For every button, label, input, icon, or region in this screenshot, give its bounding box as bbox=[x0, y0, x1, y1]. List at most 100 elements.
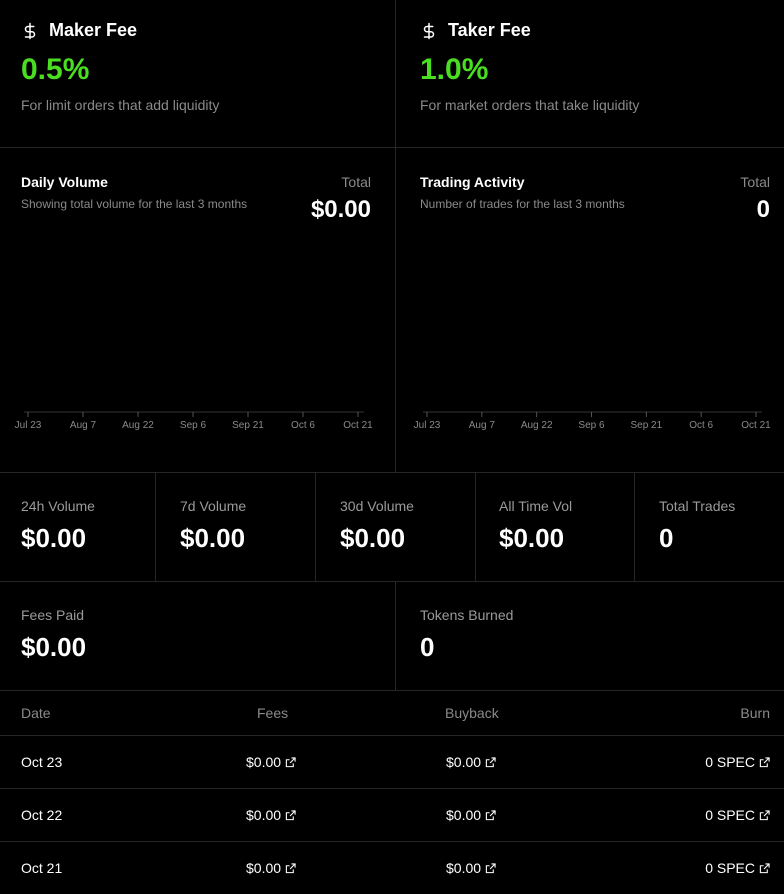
stat-total-trades: Total Trades 0 bbox=[659, 498, 735, 554]
external-link-icon bbox=[485, 809, 496, 820]
x-tick-label: Oct 6 bbox=[689, 420, 713, 431]
x-tick-label: Sep 6 bbox=[180, 420, 207, 431]
stat-label: 7d Volume bbox=[180, 498, 247, 514]
x-tick-label: Jul 23 bbox=[15, 420, 42, 431]
row-fees: $0.00 bbox=[246, 807, 282, 823]
dollar-icon bbox=[423, 22, 435, 39]
trading-activity-header: Trading Activity Number of trades for th… bbox=[420, 174, 710, 211]
external-link-icon bbox=[285, 862, 296, 873]
column-header-buyback: Buyback bbox=[445, 705, 499, 721]
total-value: $0.00 bbox=[310, 196, 371, 223]
taker-fee-title: Taker Fee bbox=[448, 20, 531, 40]
stat-all-time-volume: All Time Vol $0.00 bbox=[499, 498, 572, 554]
table-row: Oct 21 $0.00 $0.00 0 SPEC bbox=[0, 842, 784, 894]
column-header-burn: Burn bbox=[740, 705, 770, 721]
row-burn-link[interactable]: 0 SPEC bbox=[705, 807, 770, 823]
external-link-icon bbox=[759, 809, 770, 820]
row-buyback: $0.00 bbox=[446, 754, 482, 770]
row-fees-link[interactable]: $0.00 bbox=[246, 807, 296, 823]
row-buyback-link[interactable]: $0.00 bbox=[446, 860, 496, 876]
stat-value: $0.00 bbox=[21, 523, 87, 553]
row-fees: $0.00 bbox=[246, 754, 282, 770]
row-date: Oct 21 bbox=[21, 860, 63, 876]
taker-fee-value: 1.0% bbox=[420, 53, 489, 86]
tokens-burned: Tokens Burned 0 bbox=[420, 607, 513, 663]
row-buyback-link[interactable]: $0.00 bbox=[446, 807, 496, 823]
divider bbox=[155, 472, 156, 581]
stat-7d-volume: 7d Volume $0.00 bbox=[180, 498, 246, 554]
chart-subtitle: Showing total volume for the last 3 mont… bbox=[21, 197, 248, 211]
row-burn: 0 SPEC bbox=[705, 860, 755, 876]
x-tick-label: Aug 7 bbox=[469, 420, 496, 431]
row-buyback: $0.00 bbox=[446, 807, 482, 823]
total-label: Total bbox=[341, 174, 371, 190]
x-tick-label: Sep 6 bbox=[578, 420, 605, 431]
x-tick-label: Oct 6 bbox=[291, 420, 315, 431]
taker-fee-description: For market orders that take liquidity bbox=[420, 97, 640, 113]
row-burn: 0 SPEC bbox=[705, 754, 755, 770]
row-buyback-link[interactable]: $0.00 bbox=[446, 754, 496, 770]
row-buyback: $0.00 bbox=[446, 860, 482, 876]
x-tick-label: Oct 21 bbox=[343, 420, 373, 431]
x-tick-label: Jul 23 bbox=[414, 420, 441, 431]
chart-title: Daily Volume bbox=[21, 174, 108, 190]
stat-value: $0.00 bbox=[340, 523, 406, 553]
stat-value: 0 bbox=[420, 632, 435, 662]
stat-value: 0 bbox=[659, 523, 674, 553]
row-date: Oct 22 bbox=[21, 807, 63, 823]
total-value: 0 bbox=[756, 196, 770, 223]
chart-title: Trading Activity bbox=[420, 174, 525, 190]
row-fees-link[interactable]: $0.00 bbox=[246, 754, 296, 770]
x-tick-label: Aug 22 bbox=[122, 420, 154, 431]
column-header-date: Date bbox=[21, 705, 51, 721]
daily-volume-chart: Jul 23 Aug 7 Aug 22 Sep 6 Sep 21 Oct 6 Oct 21 bbox=[15, 411, 373, 431]
x-tick-label: Aug 7 bbox=[70, 420, 97, 431]
x-tick-label: Sep 21 bbox=[232, 420, 264, 431]
external-link-icon bbox=[285, 756, 296, 767]
maker-fee-value: 0.5% bbox=[21, 53, 90, 86]
stat-value: $0.00 bbox=[499, 523, 565, 553]
stat-label: Tokens Burned bbox=[420, 607, 514, 623]
stat-30d-volume: 30d Volume $0.00 bbox=[340, 498, 414, 554]
column-header-fees: Fees bbox=[257, 705, 289, 721]
x-tick-label: Sep 21 bbox=[630, 420, 662, 431]
row-fees-link[interactable]: $0.00 bbox=[246, 860, 296, 876]
row-burn-link[interactable]: 0 SPEC bbox=[705, 754, 770, 770]
daily-volume-total: Total $0.00 bbox=[280, 174, 371, 224]
divider bbox=[0, 581, 784, 582]
dollar-icon bbox=[24, 22, 36, 39]
divider bbox=[0, 472, 784, 473]
divider bbox=[315, 472, 316, 581]
total-label: Total bbox=[740, 174, 770, 190]
external-link-icon bbox=[759, 756, 770, 767]
daily-volume-header: Daily Volume Showing total volume for th… bbox=[21, 174, 311, 211]
stat-value: $0.00 bbox=[21, 632, 87, 662]
divider bbox=[0, 147, 784, 148]
stat-24h-volume: 24h Volume $0.00 bbox=[21, 498, 95, 554]
row-burn-link[interactable]: 0 SPEC bbox=[705, 860, 770, 876]
row-fees: $0.00 bbox=[246, 860, 282, 876]
divider bbox=[634, 472, 635, 581]
fees-paid: Fees Paid $0.00 bbox=[21, 607, 86, 663]
chart-subtitle: Number of trades for the last 3 months bbox=[420, 197, 625, 211]
maker-fee-description: For limit orders that add liquidity bbox=[21, 97, 220, 113]
external-link-icon bbox=[485, 756, 496, 767]
stat-value: $0.00 bbox=[180, 523, 246, 553]
row-burn: 0 SPEC bbox=[705, 807, 755, 823]
maker-fee-card: Maker Fee 0.5% For limit orders that add… bbox=[21, 20, 381, 113]
stat-label: Total Trades bbox=[659, 498, 736, 514]
stat-label: 30d Volume bbox=[340, 498, 414, 514]
stat-label: 24h Volume bbox=[21, 498, 95, 514]
row-date: Oct 23 bbox=[21, 754, 63, 770]
divider bbox=[0, 690, 784, 691]
table-row: Oct 23 $0.00 $0.00 0 SPEC bbox=[0, 736, 784, 788]
stat-label: Fees Paid bbox=[21, 607, 85, 623]
external-link-icon bbox=[285, 809, 296, 820]
external-link-icon bbox=[759, 862, 770, 873]
x-tick-label: Oct 21 bbox=[741, 420, 771, 431]
divider bbox=[475, 472, 476, 581]
stat-label: All Time Vol bbox=[499, 498, 573, 514]
trading-activity-chart: Jul 23 Aug 7 Aug 22 Sep 6 Sep 21 Oct 6 Oct 21 bbox=[414, 411, 771, 431]
table-row: Oct 22 $0.00 $0.00 0 SPEC bbox=[0, 789, 784, 841]
divider bbox=[395, 581, 396, 690]
